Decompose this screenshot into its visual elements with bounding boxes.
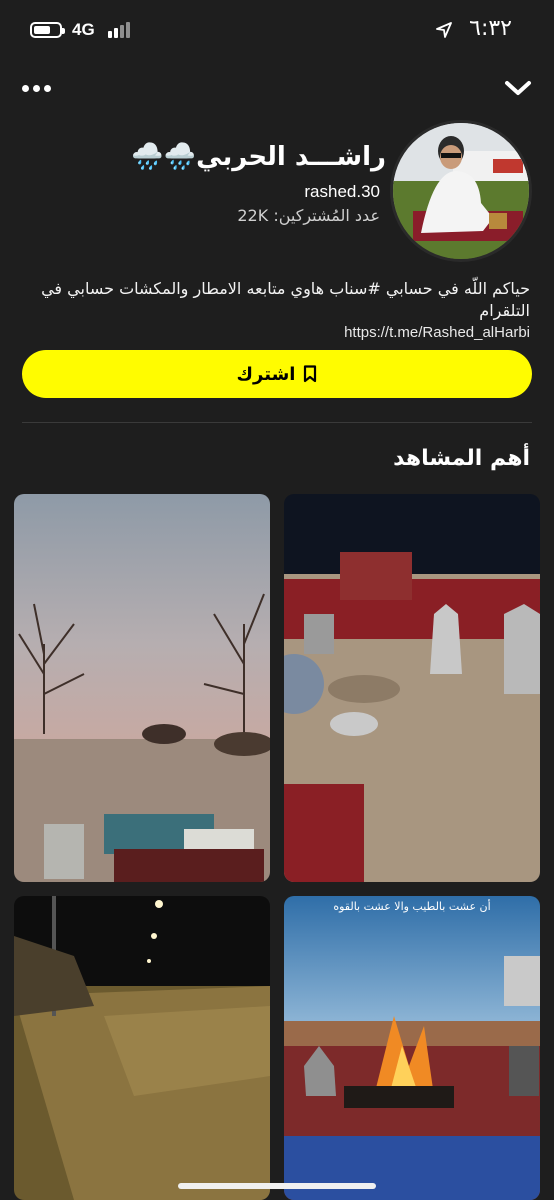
section-title: أهم المشاهد [393, 446, 530, 471]
bio: حياكم اللّه في حسابي #سناب هاوي متابعه ا… [20, 278, 530, 344]
profile-name: راشـــد الحربي🌧️🌧️ [131, 142, 386, 172]
subscribe-label: اشترك [236, 363, 296, 385]
desert-dusk-image [14, 494, 270, 882]
status-time: ٦:٣٢ [469, 16, 512, 41]
highlight-tile[interactable] [14, 896, 270, 1200]
flooded-road-image [14, 896, 270, 1200]
bio-text: حياكم اللّه في حسابي #سناب هاوي متابعه ا… [41, 279, 530, 320]
campfire-image [284, 896, 540, 1200]
highlight-tile[interactable]: أن عشت بالطيب والا عشت بالقوه [284, 896, 540, 1200]
more-icon[interactable] [22, 82, 54, 94]
tile-caption: أن عشت بالطيب والا عشت بالقوه [333, 900, 491, 913]
status-bar: 4G ٦:٣٢ [0, 0, 554, 60]
bio-link[interactable]: https://t.me/Rashed_alHarbi [20, 322, 530, 344]
subscriber-count: عدد المُشتركين: 22K [237, 206, 380, 225]
home-indicator[interactable] [178, 1183, 376, 1189]
username: rashed.30 [304, 182, 380, 201]
top-bar [0, 70, 554, 110]
location-arrow-icon [436, 22, 452, 38]
subscribe-button[interactable]: اشترك [22, 350, 532, 398]
bookmark-icon [304, 365, 317, 383]
signal-icon [108, 22, 130, 38]
avatar[interactable] [390, 120, 532, 262]
network-type: 4G [72, 20, 95, 39]
battery-icon [30, 22, 65, 38]
divider [22, 422, 532, 423]
camp-night-image [284, 494, 540, 882]
chevron-down-icon[interactable] [504, 78, 532, 98]
highlight-tile[interactable] [284, 494, 540, 882]
highlight-tile[interactable] [14, 494, 270, 882]
